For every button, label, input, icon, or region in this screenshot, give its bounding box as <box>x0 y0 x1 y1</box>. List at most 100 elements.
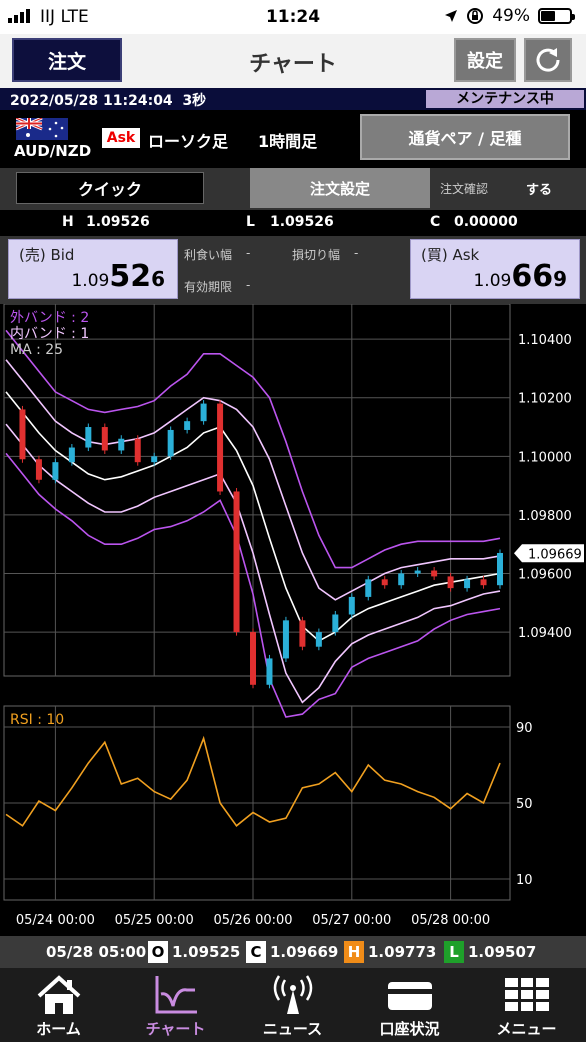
candle-body <box>266 658 273 685</box>
candle-body <box>134 438 141 463</box>
y-tick-label: 1.10200 <box>518 392 572 407</box>
candle-body <box>250 632 256 685</box>
bid-price-prefix: 1.09 <box>71 271 110 291</box>
ask-price-button[interactable]: (買) Ask 1.09669 <box>410 239 580 299</box>
candle-body <box>299 620 306 647</box>
order-confirm-toggle[interactable]: する <box>526 179 552 198</box>
battery-level <box>541 11 555 21</box>
info-bar: 2022/05/28 11:24:04 3秒 メンテナンス中 <box>0 88 586 110</box>
candle-body <box>431 570 438 577</box>
high-badge: H <box>344 941 364 963</box>
refresh-icon <box>536 48 560 72</box>
ohlc-bar: 05/28 05:00 O 1.09525 C 1.09669 H 1.0977… <box>0 936 586 968</box>
timeframe-label: 1時間足 <box>258 132 318 151</box>
candle-body <box>52 462 59 480</box>
open-badge: O <box>148 941 168 963</box>
x-tick-label: 05/24 00:00 <box>16 913 95 928</box>
take-profit-label: 利食い幅 <box>184 248 233 262</box>
change-label: C <box>430 214 441 230</box>
order-confirm-label: 注文確認 <box>440 182 489 196</box>
tab-news-label: ニュース <box>262 1020 323 1038</box>
y-tick-label: 1.09400 <box>518 626 572 641</box>
price-chart[interactable]: 1.10400 1.10200 1.10000 1.09800 1.09600 1.094… <box>0 304 586 936</box>
tab-account-label: 口座状況 <box>379 1020 440 1038</box>
account-icon <box>388 982 432 1010</box>
candle-body <box>398 573 405 586</box>
location-arrow-icon <box>445 10 458 22</box>
high-label: H <box>62 214 74 230</box>
tab-chart-label: チャート <box>145 1020 206 1038</box>
ohlc-low-value: 1.09507 <box>468 943 537 961</box>
tab-account[interactable]: 口座状況 <box>351 968 468 1042</box>
order-settings-button[interactable]: 注文設定 <box>250 168 430 208</box>
close-value: 1.09669 <box>270 943 339 961</box>
ask-price-prefix: 1.09 <box>473 271 512 291</box>
x-tick-label: 05/28 00:00 <box>411 913 490 928</box>
ask-price-pips: 66 <box>511 259 554 294</box>
rsi-title: RSI : 10 <box>10 712 64 728</box>
australia-flag-icon <box>16 118 68 140</box>
tab-menu[interactable]: メニュー <box>468 968 585 1042</box>
candle-body <box>447 576 454 589</box>
pair-name: AUD/NZD <box>14 142 92 160</box>
bid-label: (売) Bid <box>19 246 75 264</box>
stop-loss-value[interactable]: - <box>354 246 358 260</box>
candle-body <box>282 620 289 659</box>
candle-body <box>184 421 191 430</box>
candle-body <box>381 579 388 586</box>
rsi-tick-label: 90 <box>516 721 533 736</box>
y-tick-label: 1.09600 <box>518 567 572 582</box>
refresh-button[interactable] <box>524 38 572 82</box>
ask-price: 1.09669 <box>473 259 567 294</box>
tab-chart[interactable]: チャート <box>117 968 234 1042</box>
open-value: 1.09525 <box>172 943 241 961</box>
datetime-label: 2022/05/28 11:24:04 3秒 <box>10 90 206 110</box>
candle-body <box>35 459 42 480</box>
candle-body <box>101 427 108 451</box>
x-tick-label: 05/25 00:00 <box>115 913 194 928</box>
candle-body <box>200 403 207 422</box>
candle-body <box>233 491 240 633</box>
pair-timeframe-button[interactable]: 通貨ペア / 足種 <box>360 114 570 160</box>
candle-body <box>167 429 174 457</box>
bid-price-button[interactable]: (売) Bid 1.09526 <box>8 239 178 299</box>
candle-body <box>464 579 471 589</box>
candle-body <box>151 456 158 463</box>
x-tick-label: 05/27 00:00 <box>312 913 391 928</box>
rsi-tick-label: 10 <box>516 873 533 888</box>
tab-home[interactable]: ホーム <box>0 968 117 1042</box>
battery-icon <box>538 8 575 24</box>
candle-body <box>85 427 92 448</box>
current-price-label: 1.09669 <box>528 547 582 562</box>
candle-body <box>118 438 125 451</box>
y-tick-label: 1.09800 <box>518 509 572 524</box>
quick-order-button[interactable]: クイック <box>16 172 204 204</box>
inner-band-legend: 内バンド : 1 <box>10 326 89 342</box>
tab-bar: ホーム チャート ニュース 口座状況 メニュー <box>0 968 586 1042</box>
battery-percent: 49% <box>492 6 530 26</box>
candle-body <box>414 570 421 574</box>
candle-type-label: ローソク足 <box>148 132 229 151</box>
ask-badge[interactable]: Ask <box>102 128 140 148</box>
update-interval: 3秒 <box>182 93 207 109</box>
rotation-lock-icon <box>467 8 484 24</box>
tab-menu-label: メニュー <box>496 1020 557 1038</box>
tab-news[interactable]: ニュース <box>234 968 351 1042</box>
low-value: 1.09526 <box>270 214 334 230</box>
candle-body <box>365 579 372 597</box>
candle-body <box>19 409 26 460</box>
rsi-tick-label: 50 <box>516 797 533 812</box>
bid-price: 1.09526 <box>71 259 165 294</box>
ask-label: (買) Ask <box>421 246 480 264</box>
broadcast-icon <box>273 975 313 1014</box>
settings-button[interactable]: 設定 <box>454 38 516 82</box>
candle-body <box>332 614 339 633</box>
hlc-row: H 1.09526 L 1.09526 C 0.00000 <box>0 210 586 236</box>
expiry-value[interactable]: - <box>246 278 250 292</box>
app-header: 注文 チャート 設定 <box>0 34 586 88</box>
ma-legend: MA : 25 <box>10 342 63 358</box>
stop-loss-label: 損切り幅 <box>292 248 341 262</box>
x-tick-label: 05/26 00:00 <box>213 913 292 928</box>
low-label: L <box>246 214 255 230</box>
take-profit-value[interactable]: - <box>246 246 250 260</box>
